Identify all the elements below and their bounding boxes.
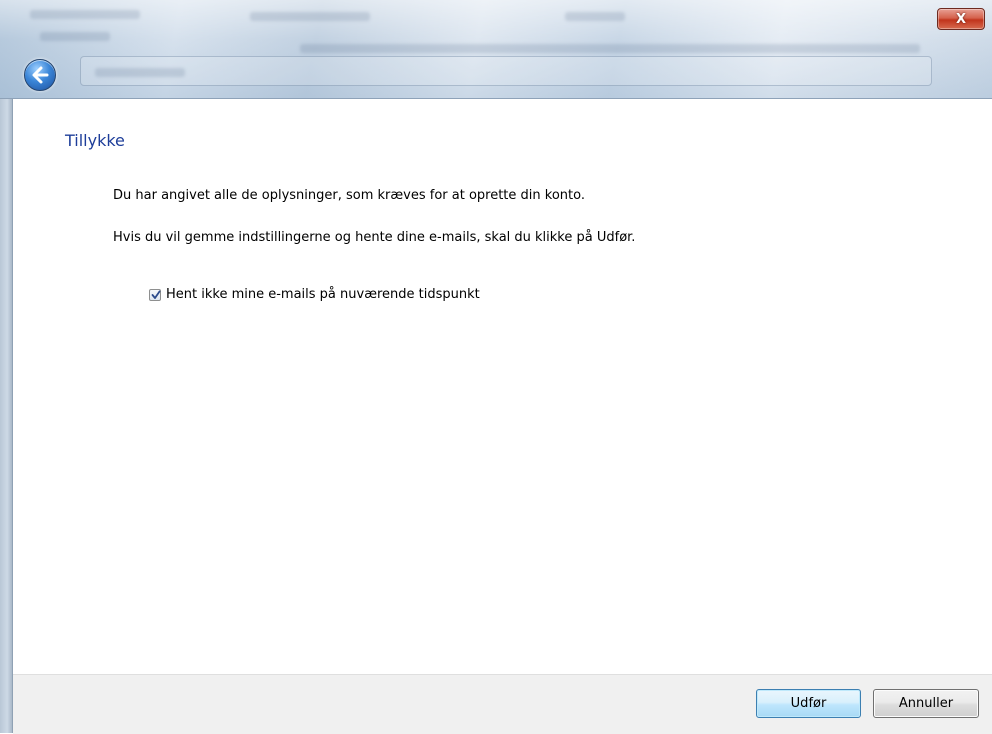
glass-reflection (95, 68, 185, 77)
glass-reflection (40, 32, 110, 41)
glass-reflection (250, 12, 370, 21)
back-arrow-icon (32, 66, 49, 84)
close-button[interactable]: X (937, 8, 985, 30)
dont-fetch-mail-label[interactable]: Hent ikke mine e-mails på nuværende tids… (166, 287, 480, 302)
dont-fetch-mail-checkbox[interactable] (149, 288, 161, 301)
checkmark-icon (151, 290, 161, 299)
info-text-account-ready: Du har angivet alle de oplysninger, som … (113, 188, 585, 203)
glass-reflection (565, 12, 625, 21)
glass-reflection-box (80, 56, 932, 86)
finish-button[interactable]: Udfør (756, 689, 861, 718)
title-bar: X (0, 0, 992, 99)
wizard-footer: Udfør Annuller (13, 674, 992, 734)
window-left-frame (0, 0, 13, 733)
back-button[interactable] (24, 59, 56, 91)
dont-fetch-mail-option[interactable]: Hent ikke mine e-mails på nuværende tids… (149, 287, 480, 302)
glass-reflection (30, 10, 140, 19)
page-title: Tillykke (65, 131, 125, 150)
cancel-button[interactable]: Annuller (873, 689, 979, 718)
info-text-finish-instructions: Hvis du vil gemme indstillingerne og hen… (113, 230, 636, 245)
glass-reflection (300, 44, 920, 53)
wizard-content: Tillykke Du har angivet alle de oplysnin… (13, 99, 992, 674)
close-icon: X (955, 11, 967, 27)
